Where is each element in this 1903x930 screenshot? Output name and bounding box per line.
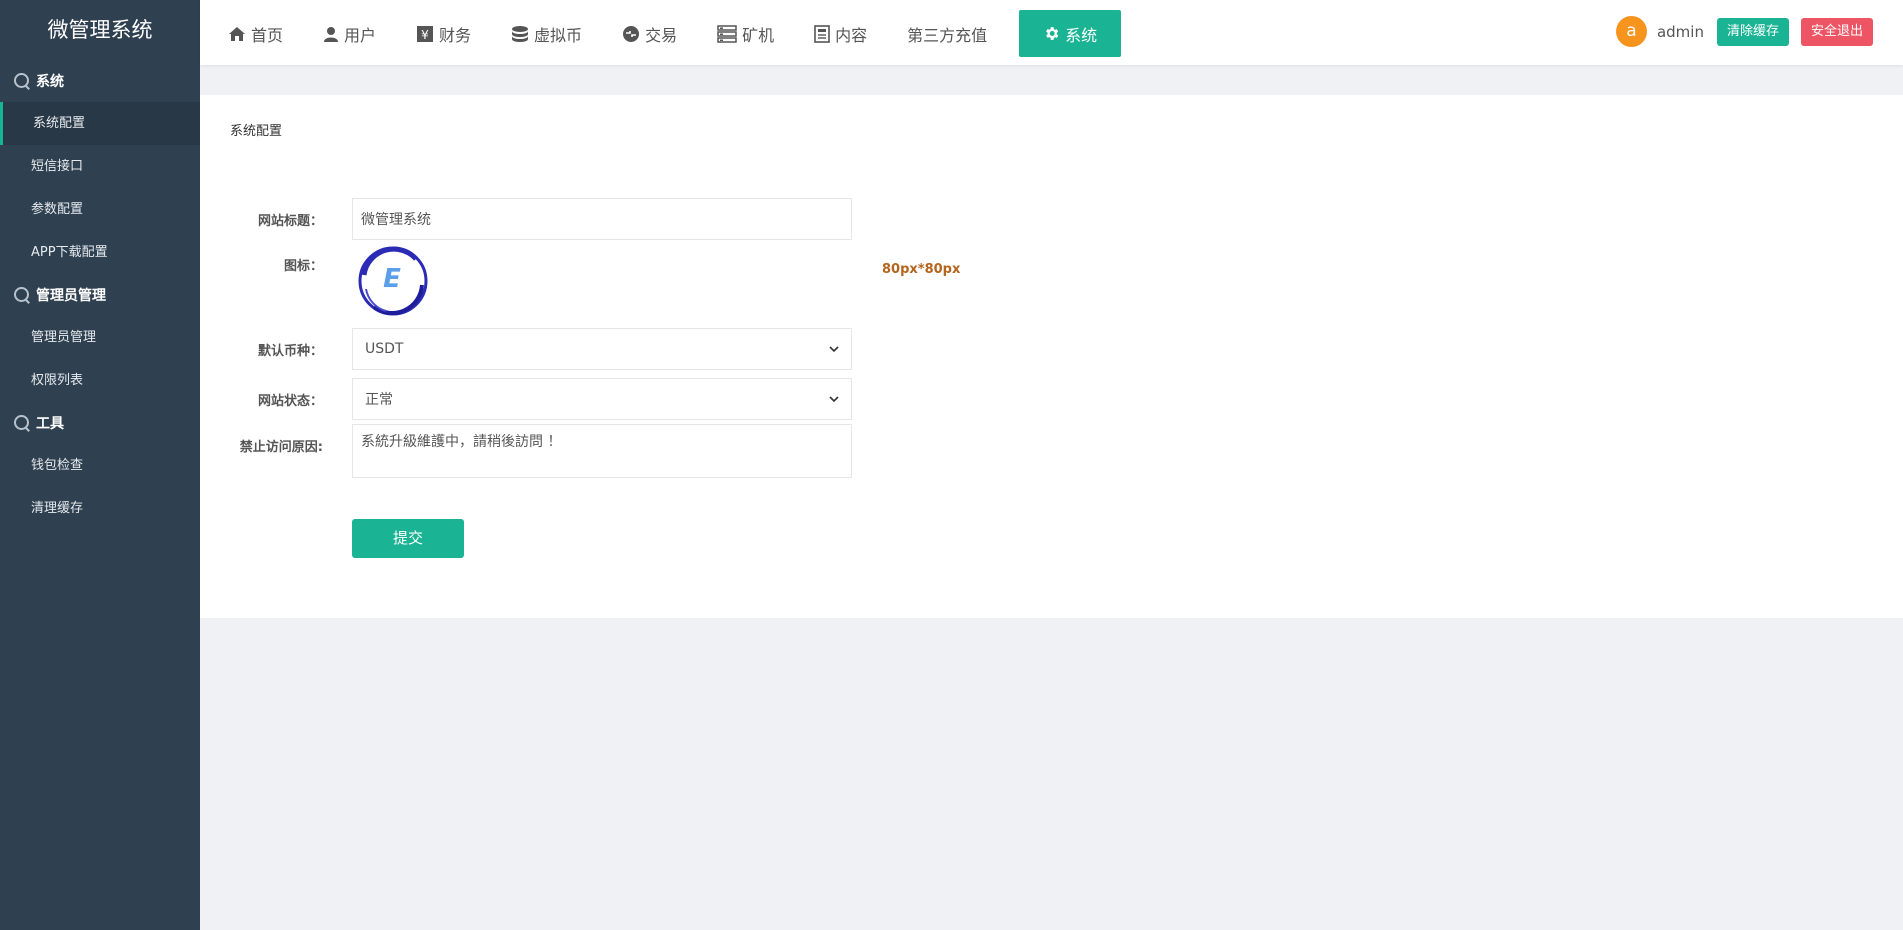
status-label: 网站状态： xyxy=(257,393,323,409)
nav-label: 内容 xyxy=(835,25,868,45)
nav-label: 交易 xyxy=(645,25,678,45)
sidebar-item-permissions[interactable]: 权限列表 xyxy=(0,359,200,402)
nav-label: 虚拟币 xyxy=(534,25,583,45)
search-icon xyxy=(14,287,30,303)
sidebar-item-clear-cache[interactable]: 清理缓存 xyxy=(0,487,200,530)
currency-select[interactable]: USDT xyxy=(352,328,852,370)
nav-home[interactable]: 首页 xyxy=(228,10,283,57)
sidebar-group-label: 工具 xyxy=(36,416,64,432)
site-title-input[interactable]: 微管理系统 xyxy=(352,198,852,240)
top-nav: 首页 用户 ¥ 财务 虚拟币 交易 矿机 内容 第三方充值 系统 xyxy=(228,10,1161,57)
sidebar-item-param-config[interactable]: 参数配置 xyxy=(0,188,200,231)
nav-third-party-recharge[interactable]: 第三方充值 xyxy=(907,10,987,57)
server-icon xyxy=(717,24,737,43)
database-icon xyxy=(512,25,529,42)
top-bar: 首页 用户 ¥ 财务 虚拟币 交易 矿机 内容 第三方充值 系统 a admin… xyxy=(200,0,1903,65)
brand-title: 微管理系统 xyxy=(47,18,153,42)
reason-label: 禁止访问原因: xyxy=(239,439,323,455)
svg-text:E: E xyxy=(383,264,401,294)
yen-icon: ¥ xyxy=(417,25,434,42)
avatar[interactable]: a xyxy=(1615,16,1647,47)
nav-system[interactable]: 系统 xyxy=(1019,10,1122,57)
sidebar-group-admin[interactable]: 管理员管理 xyxy=(0,274,200,316)
reason-field: 系統升級維護中，請稍後訪問 ！ xyxy=(352,424,852,478)
site-title-field: 微管理系统 xyxy=(352,198,852,240)
user-icon xyxy=(324,26,339,42)
sidebar: 微管理系统 系统 系统配置 短信接口 参数配置 APP下载配置 管理员管理 管理… xyxy=(0,0,200,930)
status-selected: 正常 xyxy=(365,392,393,408)
site-title-row: 网站标题： xyxy=(200,198,323,240)
search-icon xyxy=(14,73,30,89)
nav-content[interactable]: 内容 xyxy=(814,10,867,57)
site-icon-upload[interactable]: E xyxy=(356,245,430,321)
status-field: 正常 xyxy=(352,378,852,420)
sidebar-group-label: 系统 xyxy=(36,74,64,90)
nav-trade[interactable]: 交易 xyxy=(622,10,677,57)
status-row: 网站状态： xyxy=(200,378,323,420)
submit-button[interactable]: 提交 xyxy=(352,519,464,558)
site-title-label: 网站标题： xyxy=(257,213,323,229)
sidebar-group-system[interactable]: 系统 xyxy=(0,60,200,102)
config-panel: 系统配置 网站标题： 微管理系统 图标： E 80px*80px 默认币种： U… xyxy=(200,95,1903,618)
currency-label: 默认币种： xyxy=(257,343,323,359)
nav-label: 系统 xyxy=(1065,25,1098,45)
clear-cache-button[interactable]: 清除缓存 xyxy=(1716,17,1789,46)
home-icon xyxy=(229,26,245,41)
username[interactable]: admin xyxy=(1657,23,1704,41)
sidebar-item-system-config[interactable]: 系统配置 xyxy=(0,102,200,145)
gear-icon xyxy=(1046,27,1059,40)
logout-button[interactable]: 安全退出 xyxy=(1800,17,1873,46)
exchange-icon xyxy=(623,25,640,42)
reason-textarea[interactable]: 系統升級維護中，請稍後訪問 ！ xyxy=(352,424,852,478)
sidebar-item-app-download[interactable]: APP下载配置 xyxy=(0,231,200,274)
search-icon xyxy=(14,415,30,431)
chevron-down-icon xyxy=(829,345,839,352)
nav-label: 矿机 xyxy=(742,25,775,45)
sidebar-group-label: 管理员管理 xyxy=(36,288,106,304)
chevron-down-icon xyxy=(829,395,839,402)
site-logo-icon: E xyxy=(358,246,428,316)
currency-selected: USDT xyxy=(365,341,404,357)
reason-row: 禁止访问原因: xyxy=(200,432,323,458)
icon-label: 图标： xyxy=(283,258,323,274)
nav-label: 首页 xyxy=(251,25,284,45)
nav-coin[interactable]: 虚拟币 xyxy=(511,10,582,57)
sidebar-item-wallet-check[interactable]: 钱包检查 xyxy=(0,444,200,487)
nav-label: 用户 xyxy=(344,25,377,45)
sidebar-item-admin-manage[interactable]: 管理员管理 xyxy=(0,316,200,359)
panel-title: 系统配置 xyxy=(230,124,283,139)
currency-row: 默认币种： xyxy=(200,328,323,370)
sidebar-item-sms-api[interactable]: 短信接口 xyxy=(0,145,200,188)
user-area: a admin 清除缓存 安全退出 xyxy=(1615,16,1873,47)
nav-label: 财务 xyxy=(439,25,472,45)
nav-finance[interactable]: ¥ 财务 xyxy=(416,10,471,57)
svg-text:¥: ¥ xyxy=(421,28,429,42)
nav-user[interactable]: 用户 xyxy=(323,10,376,57)
sidebar-group-tools[interactable]: 工具 xyxy=(0,402,200,444)
status-select[interactable]: 正常 xyxy=(352,378,852,420)
nav-label: 第三方充值 xyxy=(907,25,988,45)
nav-miner[interactable]: 矿机 xyxy=(717,10,774,57)
currency-field: USDT xyxy=(352,328,852,370)
icon-size-hint: 80px*80px xyxy=(882,262,961,277)
document-icon xyxy=(814,24,830,43)
icon-row: 图标： xyxy=(200,250,323,278)
